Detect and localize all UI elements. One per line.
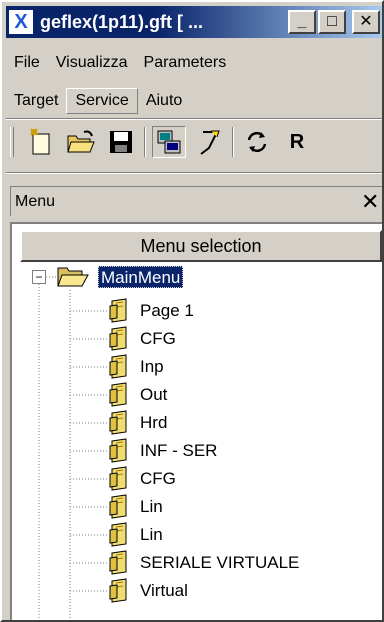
tree-item[interactable]: CFG [140,468,176,490]
tree-item[interactable]: SERIALE VIRTUALE [140,552,299,574]
tree-item[interactable]: Lin [140,524,163,546]
tree-item[interactable]: INF - SER [140,440,217,462]
page-folder-icon [109,326,127,351]
tree-item[interactable]: Page 1 [140,300,194,322]
tree-item[interactable]: Inp [140,356,164,378]
tree-item[interactable]: Out [140,384,167,406]
tree-item[interactable]: Hrd [140,412,167,434]
page-folder-icon [109,522,127,547]
page-folder-icon [109,438,127,463]
page-folder-icon [109,382,127,407]
tree-root-mainmenu[interactable]: MainMenu [98,266,184,288]
page-folder-icon [109,410,127,435]
page-folder-icon [109,550,127,575]
page-folder-icon [109,494,127,519]
tree-nodes: − MainMenu Page 1 CFG Inp Out Hrd INF - SER CF… [2,2,382,620]
page-folder-icon [109,298,127,323]
page-folder-icon [109,354,127,379]
tree-item[interactable]: Lin [140,496,163,518]
page-folder-icon [109,466,127,491]
page-folder-icon [109,578,127,603]
app-window: X geflex(1p11).gft [ ... _ □ ✕ File Visu… [0,0,384,622]
folder-open-icon [57,267,89,287]
tree-item[interactable]: Virtual [140,580,188,602]
root-expander-icon[interactable]: − [32,270,46,284]
tree-item[interactable]: CFG [140,328,176,350]
